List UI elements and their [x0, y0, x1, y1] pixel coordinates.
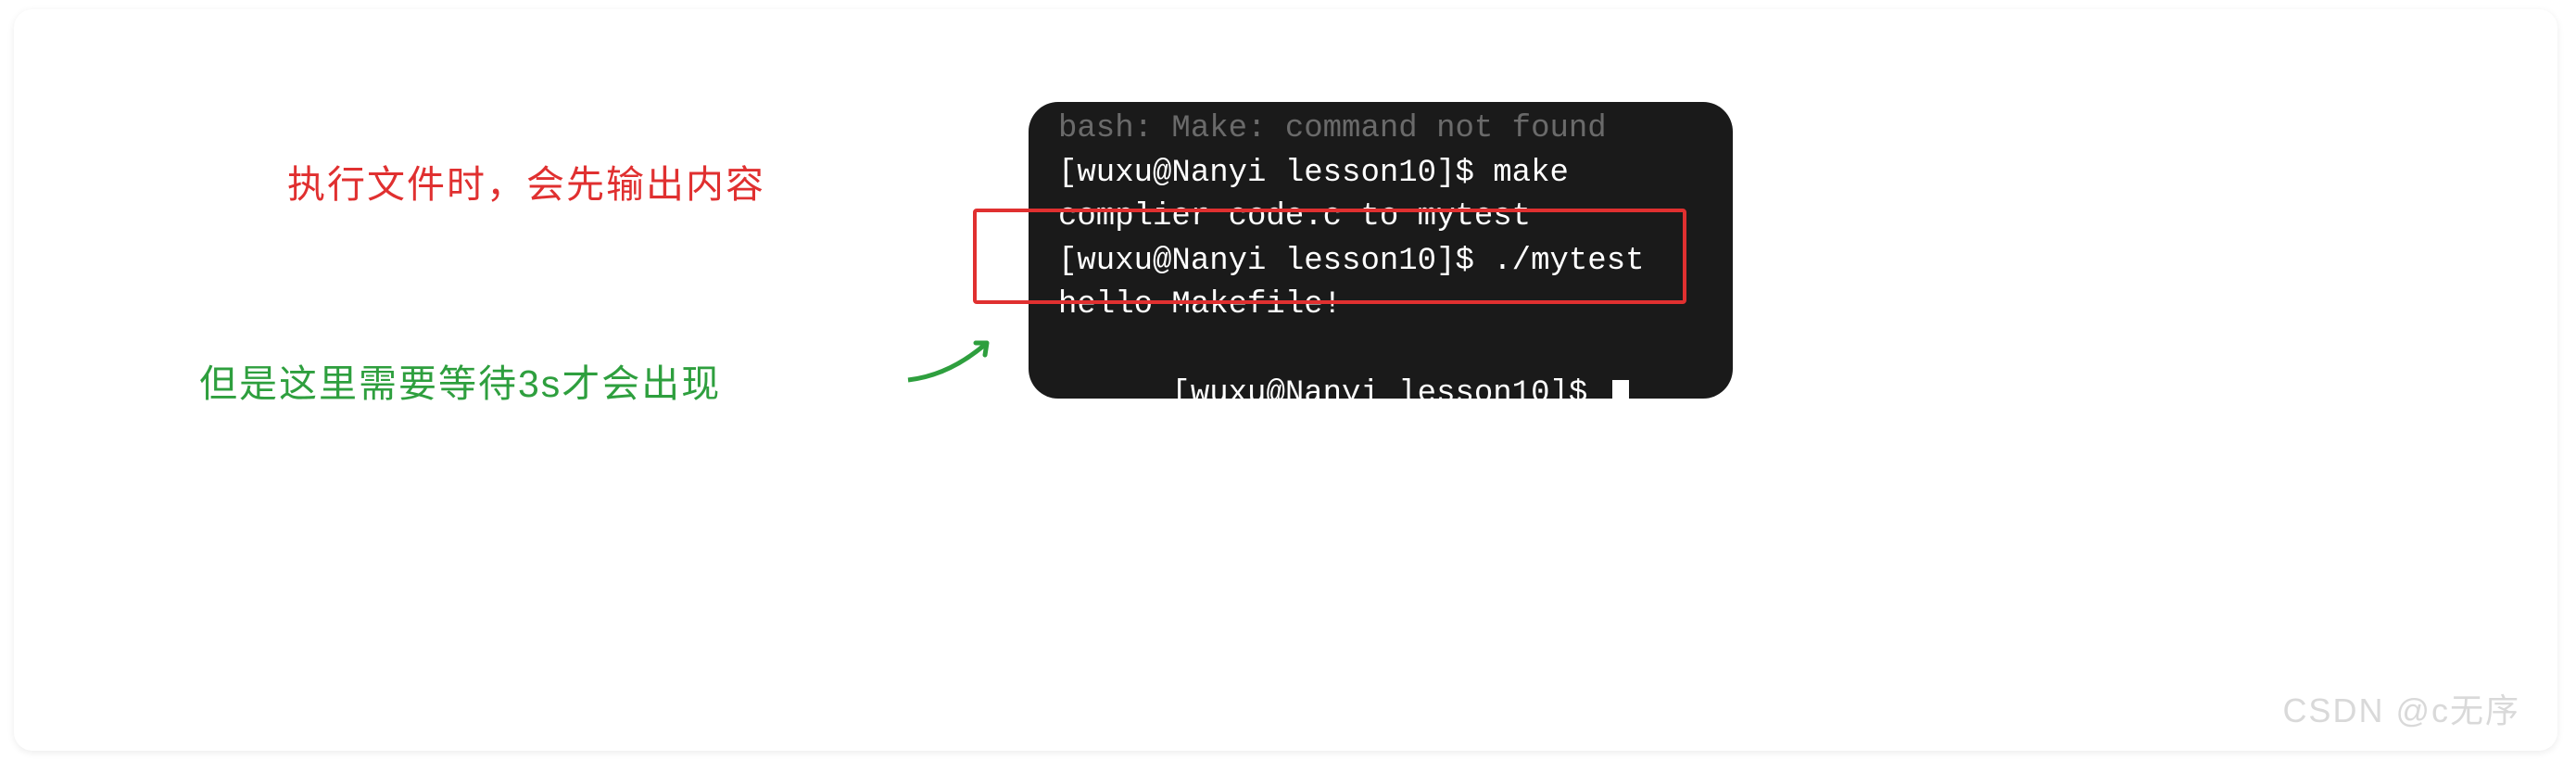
watermark-text: CSDN @c无序 [2282, 684, 2520, 732]
terminal-prompt-text: [wuxu@Nanyi lesson10]$ [1171, 376, 1606, 399]
terminal-prompt-line: [wuxu@Nanyi lesson10]$ [1058, 328, 1703, 399]
cursor-icon [1612, 380, 1629, 399]
content-card: 执行文件时，会先输出内容 但是这里需要等待3s才会出现 bash: Make: … [14, 9, 2557, 751]
highlight-box [973, 209, 1686, 304]
terminal-line: bash: Make: command not found [1058, 108, 1703, 152]
arrow-icon [903, 329, 1001, 385]
annotation-red-text: 执行文件时，会先输出内容 [287, 153, 765, 209]
terminal-line: [wuxu@Nanyi lesson10]$ make [1058, 152, 1703, 196]
annotation-green-text: 但是这里需要等待3s才会出现 [199, 352, 721, 408]
